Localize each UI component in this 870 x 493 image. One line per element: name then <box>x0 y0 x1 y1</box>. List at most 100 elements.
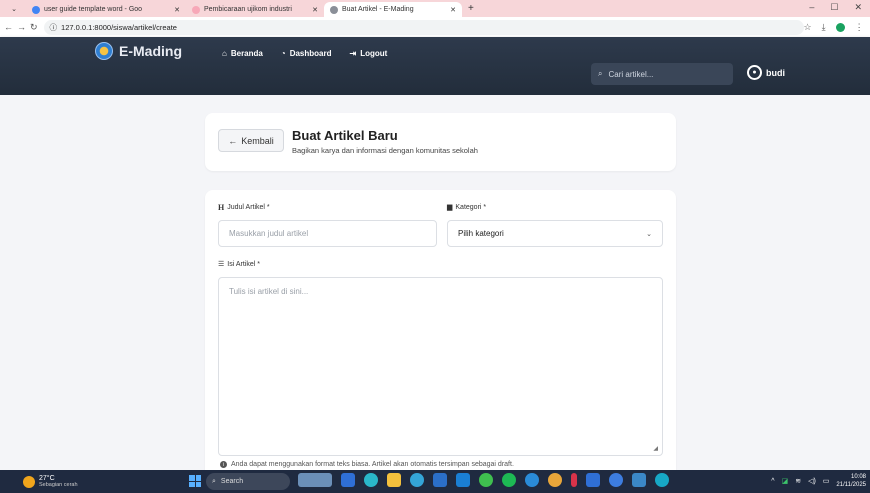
search-placeholder: Cari artikel... <box>608 69 654 79</box>
title-input[interactable]: Masukkan judul artikel <box>218 220 437 247</box>
nav-links: ⌂ Beranda ◔ Dashboard ⇥ Logout <box>222 49 387 58</box>
forward-arrow-icon[interactable]: → <box>17 22 26 32</box>
nav-link-dashboard[interactable]: ◔ Dashboard <box>281 49 332 58</box>
google-favicon-icon <box>32 5 40 14</box>
spotify-icon[interactable] <box>502 473 516 487</box>
chrome-icon[interactable] <box>548 473 562 487</box>
window-controls: – ☐ ✕ <box>809 2 870 17</box>
dashboard-icon: ◔ <box>280 49 286 58</box>
category-label-text: Kategori * <box>455 203 487 211</box>
info-icon: i <box>220 461 227 468</box>
close-tab-icon[interactable]: ✕ <box>312 6 318 14</box>
file-explorer-icon[interactable] <box>387 473 401 487</box>
username: budi <box>766 67 785 78</box>
telegram-icon[interactable] <box>525 473 539 487</box>
vscode-icon[interactable] <box>456 473 470 487</box>
back-label: Kembali <box>241 135 274 146</box>
minimize-button[interactable]: – <box>809 2 814 13</box>
heading-icon: H <box>218 203 225 212</box>
content-textarea[interactable]: Tulis isi artikel di sini... ◢ <box>218 277 663 456</box>
title-field-label: H Judul Artikel * <box>218 203 270 212</box>
close-tab-icon[interactable]: ✕ <box>450 6 456 14</box>
close-window-button[interactable]: ✕ <box>854 2 862 13</box>
resize-grip-icon[interactable]: ◢ <box>653 445 658 452</box>
article-form-card: H Judul Artikel * Masukkan judul artikel… <box>205 190 676 475</box>
category-field-label: ▆ Kategori * <box>447 203 487 212</box>
sun-cloud-icon <box>23 475 35 488</box>
user-menu[interactable]: ● budi <box>747 65 785 80</box>
content-placeholder: Tulis isi artikel di sini... <box>229 287 309 296</box>
nav-link-beranda[interactable]: ⌂ Beranda <box>222 49 263 58</box>
date-text: 21/11/2025 <box>836 482 866 488</box>
nav-link-label: Dashboard <box>289 49 332 58</box>
windows-start-icon[interactable] <box>189 475 201 487</box>
wifi-icon[interactable]: ≋ <box>795 477 801 485</box>
app-tray-icon[interactable]: ◪ <box>782 477 789 485</box>
clock[interactable]: 10:08 21/11/2025 <box>836 473 866 489</box>
app-icon[interactable] <box>586 473 600 487</box>
tab-label: user guide template word - Goo <box>44 6 143 13</box>
task-view-icon[interactable] <box>341 473 355 487</box>
back-arrow-icon[interactable]: ← <box>4 22 13 32</box>
system-tray: ^ ◪ ≋ ◁) ▭ 10:08 21/11/2025 <box>771 473 866 489</box>
new-tab-button[interactable]: + <box>468 3 474 14</box>
taskbar-search-label: Search <box>220 478 244 485</box>
menu-dots-icon[interactable]: ⋮ <box>855 22 864 33</box>
browser-tab-active[interactable]: Buat Artikel - E-Mading ✕ <box>324 2 462 17</box>
app-icon[interactable] <box>655 473 669 487</box>
edge-icon[interactable] <box>364 473 378 487</box>
taskbar-apps <box>298 473 669 487</box>
browser-icon[interactable] <box>410 473 424 487</box>
whatsapp-icon[interactable] <box>479 473 493 487</box>
chevron-down-icon: ⌄ <box>646 230 652 238</box>
battery-icon[interactable]: ▭ <box>823 477 830 485</box>
volume-icon[interactable]: ◁) <box>808 477 816 485</box>
maximize-button[interactable]: ☐ <box>830 2 838 13</box>
os-taskbar: 27°C Sebagian cerah ⌕ Search ^ ◪ ≋ ◁) ▭ … <box>0 470 870 493</box>
form-hint: i Anda dapat menggunakan format teks bia… <box>220 461 514 468</box>
home-icon: ⌂ <box>222 49 227 58</box>
weather-widget[interactable]: 27°C Sebagian cerah <box>0 475 78 489</box>
globe-favicon-icon <box>330 5 338 14</box>
chevron-up-icon[interactable]: ^ <box>771 478 774 485</box>
download-icon[interactable]: ⤓ <box>822 22 826 33</box>
category-selected-value: Pilih kategori <box>458 229 504 238</box>
content-label-text: Isi Artikel * <box>227 260 260 268</box>
chat-favicon-icon <box>192 5 200 14</box>
school-logo-icon <box>95 42 113 60</box>
browser-tab[interactable]: user guide template word - Goo ✕ <box>26 2 186 17</box>
category-select[interactable]: Pilih kategori ⌄ <box>447 220 663 247</box>
url-field[interactable]: ⓘ 127.0.0.1:8000/siswa/artikel/create <box>43 19 804 35</box>
brand[interactable]: E-Mading <box>95 42 182 60</box>
tab-search-button[interactable]: ⌄ <box>6 2 22 15</box>
page-header-card: ← Kembali Buat Artikel Baru Bagikan kary… <box>205 113 676 171</box>
hint-text: Anda dapat menggunakan format teks biasa… <box>231 461 514 468</box>
reload-icon[interactable]: ↻ <box>30 22 38 33</box>
back-button[interactable]: ← Kembali <box>218 129 284 152</box>
address-bar-actions: ☆ ⤓ ⋮ <box>804 22 870 33</box>
app-icon[interactable] <box>571 473 577 487</box>
title-label-text: Judul Artikel * <box>227 204 270 211</box>
tab-label: Buat Artikel - E-Mading <box>342 6 414 13</box>
tab-label: Pembicaraan ujikom industri <box>204 6 292 13</box>
app-icon[interactable] <box>609 473 623 487</box>
widget-icon[interactable] <box>298 473 332 487</box>
page-subtitle: Bagikan karya dan informasi dengan komun… <box>292 146 478 155</box>
title-placeholder: Masukkan judul artikel <box>229 229 309 238</box>
browser-tab[interactable]: Pembicaraan ujikom industri ✕ <box>186 2 324 17</box>
user-avatar-icon: ● <box>747 65 762 80</box>
brand-name: E-Mading <box>119 43 182 59</box>
close-tab-icon[interactable]: ✕ <box>174 6 180 14</box>
store-icon[interactable] <box>433 473 447 487</box>
app-icon[interactable] <box>632 473 646 487</box>
bookmark-star-icon[interactable]: ☆ <box>804 22 812 33</box>
article-search-input[interactable]: ⌕ Cari artikel... <box>591 63 733 85</box>
weather-text: Sebagian cerah <box>39 481 78 488</box>
time-text: 10:08 <box>850 474 866 480</box>
extension-icon[interactable] <box>835 22 845 32</box>
taskbar-search[interactable]: ⌕ Search <box>206 473 290 490</box>
site-info-icon[interactable]: ⓘ <box>50 22 58 33</box>
search-icon: ⌕ <box>212 477 216 485</box>
main-content: ← Kembali Buat Artikel Baru Bagikan kary… <box>0 95 870 475</box>
nav-link-logout[interactable]: ⇥ Logout <box>350 49 388 58</box>
